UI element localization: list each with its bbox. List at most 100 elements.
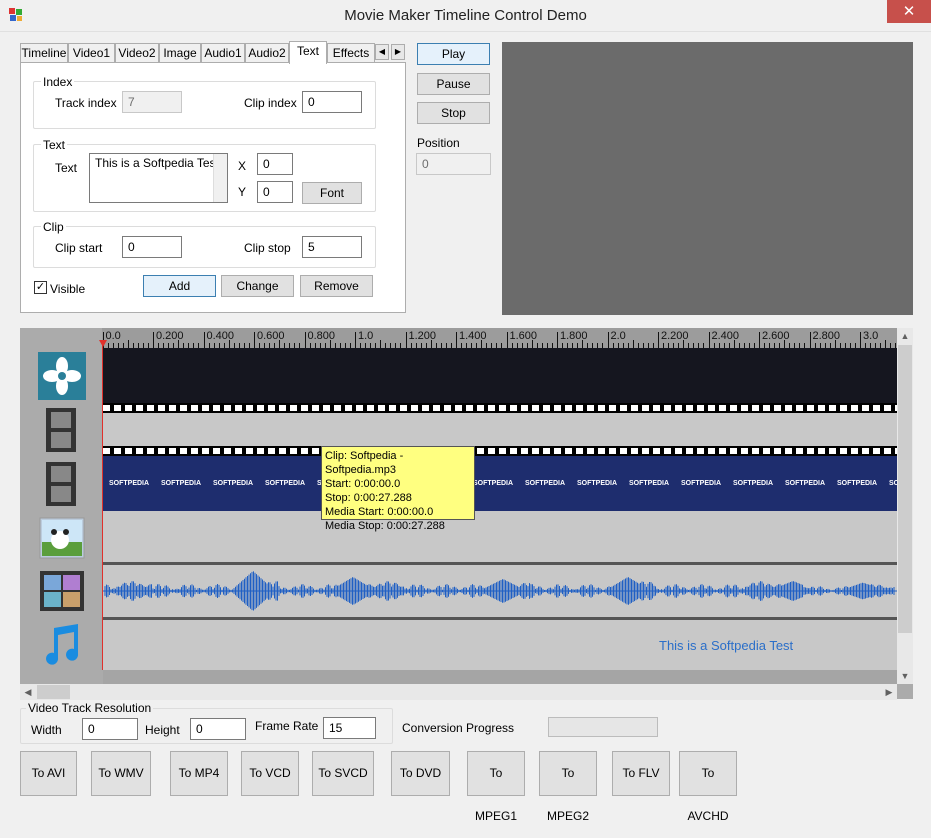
text-scrollbar[interactable]	[213, 154, 227, 202]
to-mpeg2-button[interactable]: To MPEG2	[539, 751, 597, 823]
clip-stop-input[interactable]: 5	[302, 236, 362, 258]
video-clip-watermark: SOFTPEDIA	[785, 480, 826, 487]
ruler-tick-label: 0.200	[156, 330, 184, 342]
to-dvd-button[interactable]: To DVD	[391, 751, 450, 796]
to-mpeg1-button[interactable]: To MPEG1	[467, 751, 525, 823]
playhead[interactable]	[102, 340, 103, 670]
tab-text[interactable]: Text	[289, 41, 327, 64]
visible-checkbox[interactable]: ✓	[34, 281, 47, 294]
resolution-group-title: Video Track Resolution	[26, 701, 154, 715]
font-button[interactable]: Font	[302, 182, 362, 204]
ruler-tick-label: 1.200	[408, 330, 437, 342]
to-avi-button[interactable]: To AVI	[20, 751, 77, 796]
width-input[interactable]: 0	[82, 718, 138, 740]
timeline-horizontal-scrollbar[interactable]: ◀ ▶	[20, 684, 897, 700]
audio-track[interactable]	[103, 565, 897, 620]
conversion-progress-bar	[548, 717, 658, 737]
tab-timeline[interactable]: Timeline	[20, 43, 68, 63]
scroll-left-icon[interactable]: ◀	[20, 684, 36, 700]
text-input[interactable]: This is a Softpedia Test	[89, 153, 228, 203]
height-input[interactable]: 0	[190, 718, 246, 740]
text-track[interactable]: This is a Softpedia Test	[103, 620, 897, 670]
video-clip[interactable]: SOFTPEDIA SOFTPEDIA SOFTPEDIA SOFTPEDIA SOFT…	[103, 456, 897, 511]
framerate-label: Frame Rate	[255, 719, 319, 733]
ruler-tick-label: 2.600	[762, 330, 790, 342]
tab-effects[interactable]: Effects	[327, 43, 375, 63]
clip-start-label: Clip start	[55, 241, 103, 255]
to-wmv-button[interactable]: To WMV	[91, 751, 151, 796]
ruler-tick-label: 2.0	[610, 330, 626, 342]
conversion-progress-label: Conversion Progress	[402, 721, 515, 735]
stop-button[interactable]: Stop	[417, 102, 490, 124]
video-collage-icon	[38, 567, 86, 615]
add-button[interactable]: Add	[143, 275, 216, 297]
ruler-tick-label: 1.600	[509, 330, 538, 342]
y-input[interactable]: 0	[257, 181, 293, 203]
tooltip-stop: Stop: 0:00:27.288	[325, 492, 412, 504]
framerate-input[interactable]: 15	[323, 717, 376, 739]
clip-stop-label: Clip stop	[244, 241, 291, 255]
to-mp4-button[interactable]: To MP4	[170, 751, 228, 796]
ruler-tick-label: 1.400	[459, 330, 487, 342]
tooltip-media-stop: Media Stop: 0:00:27.288	[325, 520, 445, 532]
ruler-tick-label: 1.800	[560, 330, 588, 342]
play-button[interactable]: Play	[417, 43, 490, 65]
tab-video2[interactable]: Video2	[115, 43, 159, 63]
ruler-minor-tick	[632, 340, 634, 348]
tab-audio1[interactable]: Audio1	[201, 43, 245, 63]
time-ruler[interactable]: 0.0 0.200 0.400 0.600 0.800 1.0 1.200 1.400 1.60…	[102, 328, 907, 348]
scroll-up-icon[interactable]: ▲	[897, 328, 913, 344]
image-track[interactable]	[103, 511, 897, 565]
text-input-value: This is a Softpedia Test	[95, 156, 219, 170]
tab-video1[interactable]: Video1	[68, 43, 115, 63]
audio-waveform	[103, 571, 897, 611]
track-index-label: Track index	[55, 96, 117, 110]
to-avchd-button[interactable]: To AVCHD	[679, 751, 737, 823]
tab-image[interactable]: Image	[159, 43, 201, 63]
timeline-vertical-scrollbar[interactable]: ▲ ▼	[897, 328, 913, 684]
y-label: Y	[238, 185, 247, 199]
tab-scroll-left-button[interactable]: ◀	[375, 44, 389, 60]
video-clip-watermark: SOFTPEDIA	[681, 480, 722, 487]
track-index-input[interactable]: 7	[122, 91, 182, 113]
scroll-down-icon[interactable]: ▼	[897, 668, 913, 684]
tooltip-start: Start: 0:00:00.0	[325, 478, 401, 490]
x-input[interactable]: 0	[257, 153, 293, 175]
change-button[interactable]: Change	[221, 275, 294, 297]
playhead-marker-icon[interactable]	[99, 340, 107, 347]
index-group-title: Index	[41, 75, 75, 89]
remove-button[interactable]: Remove	[300, 275, 373, 297]
track-1-clip[interactable]	[103, 348, 897, 403]
clip-start-input[interactable]: 0	[122, 236, 182, 258]
to-svcd-button[interactable]: To SVCD	[312, 751, 374, 796]
width-label: Width	[31, 723, 62, 737]
text-tab-panel: Index Track index 7 Clip index 0 Text Te…	[20, 62, 406, 313]
music-note-icon	[38, 620, 86, 668]
to-flv-button[interactable]: To FLV	[612, 751, 670, 796]
horizontal-scroll-thumb[interactable]	[37, 685, 70, 699]
clip-index-label: Clip index	[244, 96, 297, 110]
ruler-minor-tick	[380, 340, 382, 348]
ruler-tick-label: 1.0	[358, 330, 374, 342]
track-2-area[interactable]	[103, 413, 897, 446]
ruler-tick-label: 0.800	[307, 330, 336, 342]
video-clip-watermark: SOFTPEDIA	[837, 480, 878, 487]
video-clip-watermark: SOFTPEDIA	[889, 480, 897, 487]
text-group-title: Text	[41, 138, 68, 152]
position-input[interactable]: 0	[416, 153, 491, 175]
clip-index-input[interactable]: 0	[302, 91, 362, 113]
video-clip-watermark: SOFTPEDIA	[629, 480, 670, 487]
pause-button[interactable]: Pause	[417, 73, 490, 95]
vertical-scroll-thumb[interactable]	[898, 345, 912, 633]
video-clip-watermark: SOFTPEDIA	[109, 480, 150, 487]
scroll-right-icon[interactable]: ▶	[881, 684, 897, 700]
video-clip-watermark: SOFTPEDIA	[525, 480, 566, 487]
close-button[interactable]: ✕	[887, 0, 931, 23]
film-strip-bottom	[103, 446, 897, 456]
text-track-caption: This is a Softpedia Test	[659, 638, 794, 653]
tab-scroll-right-button[interactable]: ▶	[391, 44, 405, 60]
to-vcd-button[interactable]: To VCD	[241, 751, 299, 796]
windmill-icon	[38, 352, 86, 400]
arrow-right-icon: ▶	[394, 47, 402, 56]
tab-audio2[interactable]: Audio2	[245, 43, 289, 63]
